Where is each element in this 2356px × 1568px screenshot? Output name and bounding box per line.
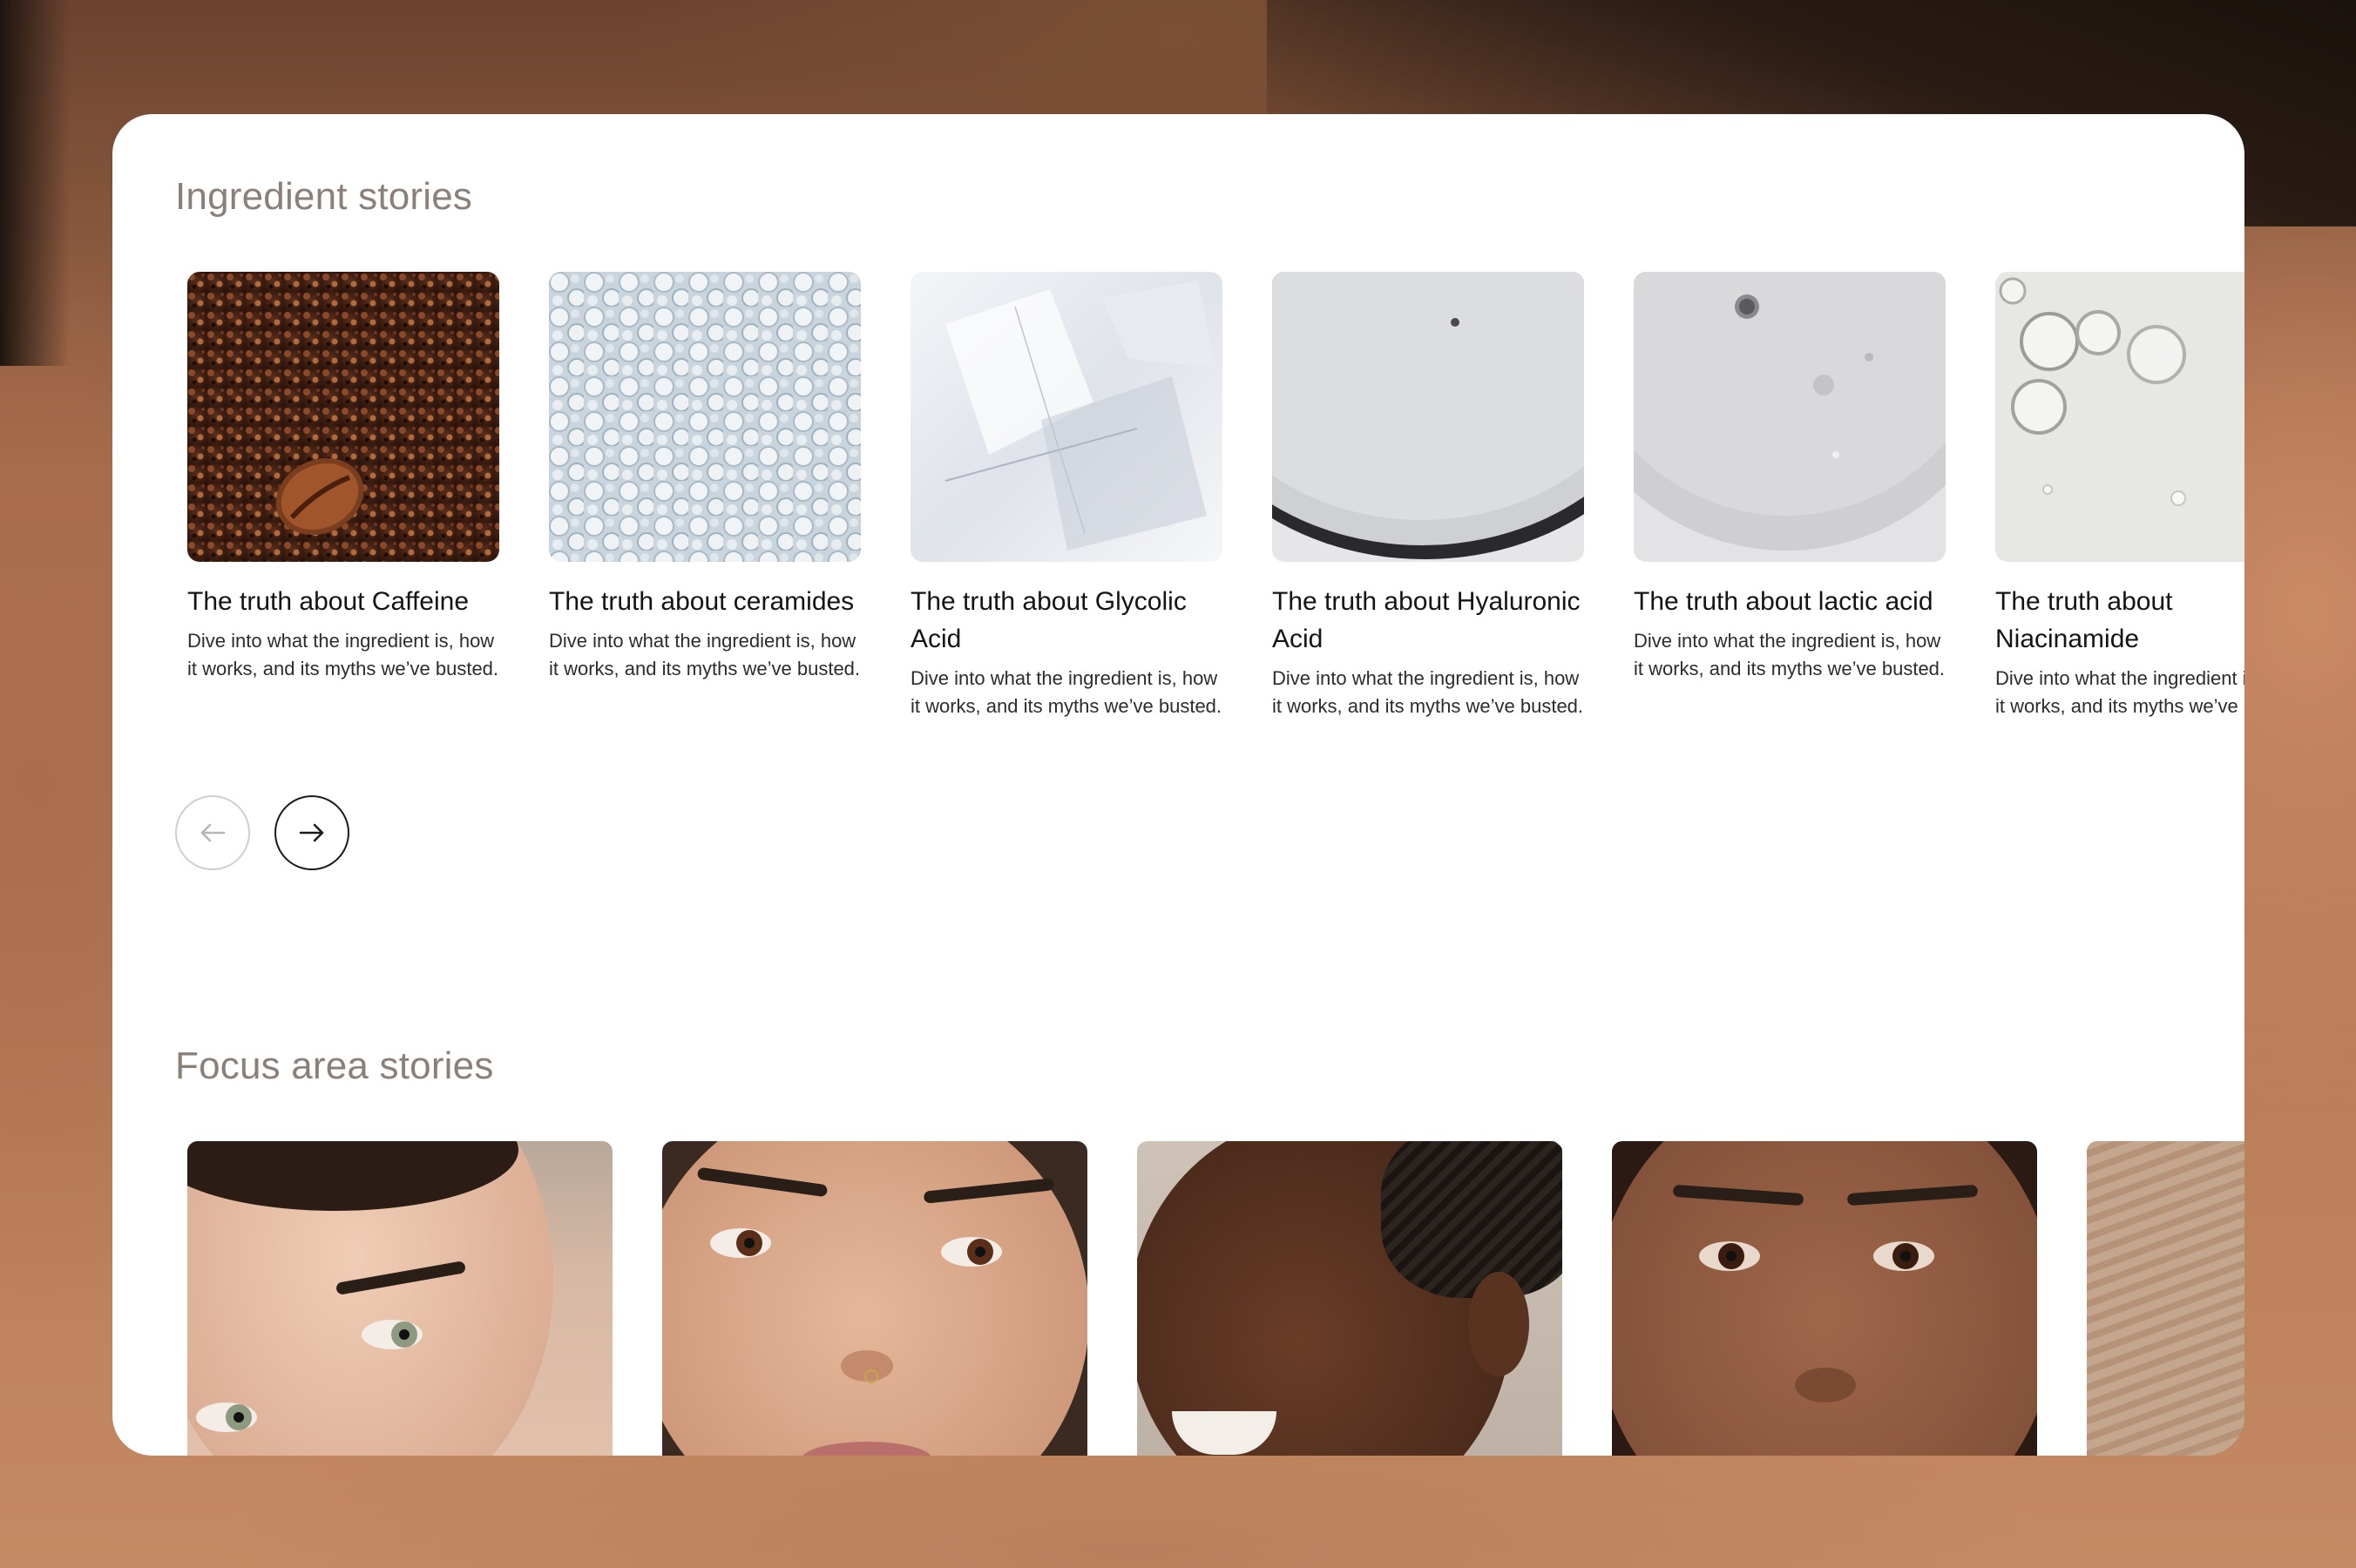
serum-drop-image <box>1634 272 1946 562</box>
ice-crystal-image <box>911 272 1222 562</box>
card-description: Dive into what the ingredient is, how it… <box>1272 667 1584 717</box>
woman-smiling-profile-portrait[interactable] <box>1137 1141 1562 1456</box>
card-description: Dive into what the ingredient is, how it… <box>1634 630 1946 679</box>
ingredient-card-hyaluronic-acid[interactable]: The truth about Hyaluronic Acid Dive int… <box>1272 272 1584 720</box>
card-description: Dive into what the ingredient is, how it… <box>1995 667 2244 717</box>
ingredient-card-glycolic-acid[interactable]: The truth about Glycolic Acid Dive into … <box>911 272 1222 720</box>
background-hair-left <box>0 0 70 366</box>
ingredient-card-caffeine[interactable]: The truth about Caffeine Dive into what … <box>187 272 499 683</box>
focus-area-stories-title: Focus area stories <box>175 1044 494 1087</box>
card-title[interactable]: The truth about lactic acid <box>1634 583 1946 620</box>
ingredient-card-niacinamide[interactable]: The truth about Niacinamide Dive into wh… <box>1995 272 2244 720</box>
arrow-left-icon <box>200 823 226 842</box>
woman-nose-ring-portrait[interactable] <box>662 1141 1087 1456</box>
card-title[interactable]: The truth about Hyaluronic Acid <box>1272 583 1584 658</box>
arrow-right-icon <box>299 823 324 842</box>
content-panel: Ingredient stories The truth about Caffe… <box>112 114 2244 1456</box>
mature-skin-portrait[interactable] <box>2087 1141 2244 1456</box>
card-description: Dive into what the ingredient is, how it… <box>911 667 1222 717</box>
coffee-scrub-image <box>187 272 499 562</box>
ingredient-card-ceramides[interactable]: The truth about ceramides Dive into what… <box>549 272 861 683</box>
ingredient-stories-title: Ingredient stories <box>175 175 473 218</box>
card-title[interactable]: The truth about Glycolic Acid <box>911 583 1222 658</box>
carousel-prev-button[interactable] <box>175 795 250 870</box>
carousel-next-button[interactable] <box>274 795 349 870</box>
ceramide-beads-image <box>549 272 861 562</box>
card-title[interactable]: The truth about Niacinamide <box>1995 583 2244 658</box>
card-title[interactable]: The truth about ceramides <box>549 583 861 620</box>
oil-bubbles-image <box>1995 272 2244 562</box>
ingredient-card-lactic-acid[interactable]: The truth about lactic acid Dive into wh… <box>1634 272 1946 683</box>
gel-drop-image <box>1272 272 1584 562</box>
card-description: Dive into what the ingredient is, how it… <box>549 630 861 679</box>
woman-direct-gaze-portrait[interactable] <box>1612 1141 2037 1456</box>
card-description: Dive into what the ingredient is, how it… <box>187 630 499 679</box>
woman-glancing-portrait[interactable] <box>187 1141 613 1456</box>
card-title[interactable]: The truth about Caffeine <box>187 583 499 620</box>
